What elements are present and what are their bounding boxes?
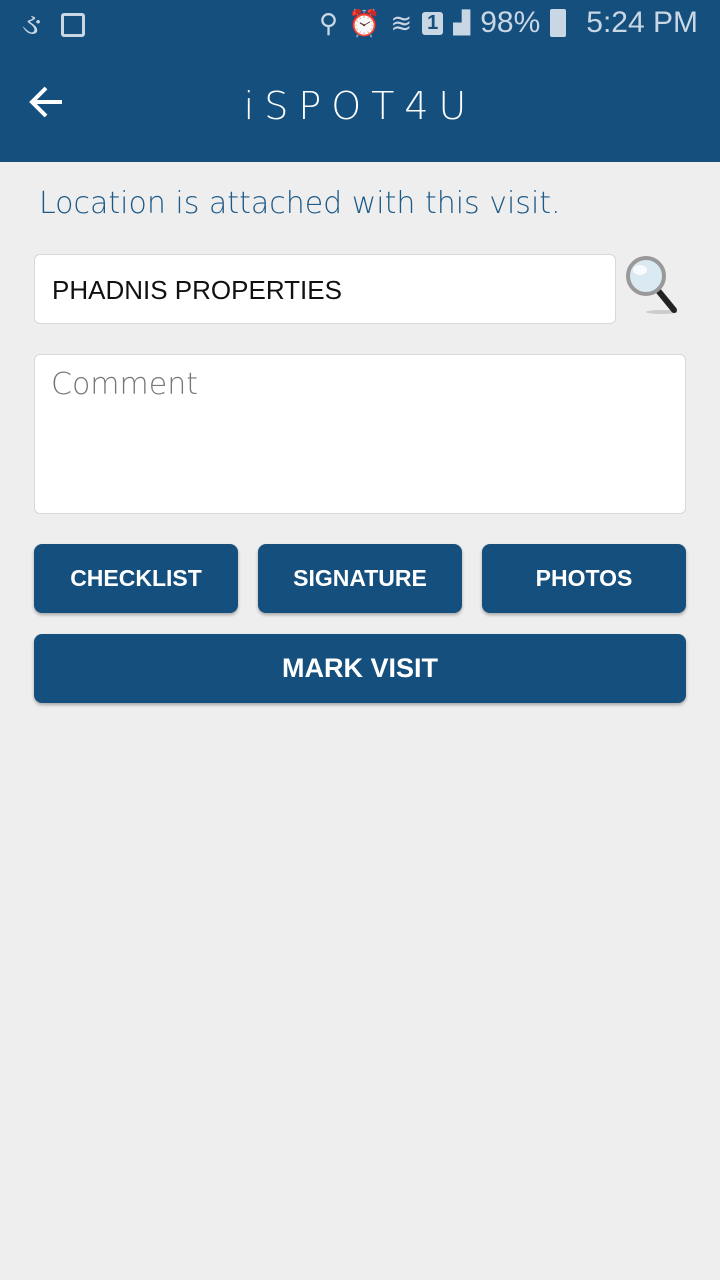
app-notification-icon: ઙ bbox=[22, 8, 42, 41]
mark-visit-button[interactable]: MARK VISIT bbox=[34, 634, 686, 703]
battery-icon bbox=[550, 9, 567, 37]
status-bar: ઙ ⚲ ⏰ ≋ 1 ▟ 98% 5:24 PM bbox=[0, 0, 720, 50]
wifi-icon: ≋ bbox=[390, 7, 413, 38]
location-input[interactable]: PHADNIS PROPERTIES bbox=[34, 254, 616, 324]
photos-button[interactable]: PHOTOS bbox=[482, 544, 686, 613]
magnifier-search-icon[interactable] bbox=[622, 252, 682, 318]
location-icon: ⚲ bbox=[318, 7, 338, 38]
image-icon bbox=[61, 13, 86, 37]
sim-1-icon: 1 bbox=[422, 11, 444, 35]
page-title: iSPOT4U bbox=[243, 84, 477, 128]
clock: 5:24 PM bbox=[586, 6, 698, 39]
alarm-icon: ⏰ bbox=[348, 7, 381, 38]
comment-input[interactable]: Comment bbox=[34, 354, 686, 514]
signal-icon: ▟ bbox=[453, 10, 471, 35]
battery-level: 98% bbox=[480, 6, 541, 39]
checklist-button[interactable]: CHECKLIST bbox=[34, 544, 238, 613]
app-bar: iSPOT4U bbox=[0, 50, 720, 162]
location-attached-message: Location is attached with this visit. bbox=[39, 186, 561, 221]
signature-button[interactable]: SIGNATURE bbox=[258, 544, 462, 613]
